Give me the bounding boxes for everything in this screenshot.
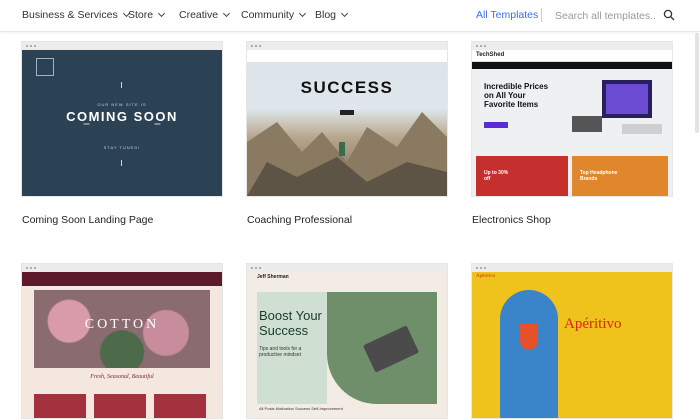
preview-header <box>22 272 222 286</box>
product-tile <box>154 394 206 418</box>
all-templates-link[interactable]: All Templates <box>476 9 538 21</box>
top-navigation: Business & Services Store Creative Commu… <box>0 0 700 32</box>
logo <box>36 58 54 76</box>
preview-header <box>247 50 447 62</box>
preview-brand: Apéritivo <box>476 274 496 279</box>
page-scrollbar[interactable] <box>695 33 699 133</box>
browser-bar <box>472 42 672 50</box>
preview-footer: All Posts Motivation Success Self-Improv… <box>259 406 343 411</box>
nav-creative[interactable]: Creative <box>179 9 231 21</box>
browser-bar <box>247 264 447 272</box>
nav-community[interactable]: Community <box>241 9 307 21</box>
promo-tile-left: Up to 30% off <box>476 156 568 196</box>
preview-headline: Incredible Prices on All Your Favorite I… <box>484 82 549 109</box>
template-thumbnail[interactable]: SUCCESS <box>247 42 447 196</box>
preview-tagline: OUR NEW SITE IS <box>97 102 147 107</box>
browser-bar <box>22 42 222 50</box>
template-thumbnail[interactable]: Apéritivo Apéritivo <box>472 264 672 418</box>
mountain-illustration <box>247 112 447 196</box>
chevron-down-icon <box>223 9 231 18</box>
preview-footer: STAY TUNED! <box>103 145 141 150</box>
browser-bar <box>247 42 447 50</box>
template-title[interactable]: Coming Soon Landing Page <box>22 214 153 226</box>
devices-illustration <box>572 80 662 134</box>
preview-headline: COTTON <box>84 317 160 332</box>
promo-tile-right: Top Headphone Brands <box>572 156 668 196</box>
preview-button <box>340 110 354 115</box>
nav-blog-label: Blog <box>315 9 337 21</box>
search-input[interactable] <box>555 7 655 24</box>
preview-headline: SUCCESS <box>300 78 394 97</box>
decor-tick <box>121 160 122 166</box>
promo-right-text: Top Headphone Brands <box>580 170 618 182</box>
preview-subheadline: Tips and tools for a productive mindset <box>259 346 302 358</box>
arch-graphic <box>500 290 558 418</box>
preview-subheadline: Fresh, Seasonal, Beautiful <box>90 374 154 380</box>
nav-store[interactable]: Store <box>128 9 166 21</box>
browser-bar <box>472 264 672 272</box>
template-thumbnail[interactable]: OUR NEW SITE IS COMING SOON STAY TUNED! <box>22 42 222 196</box>
preview-headline: Boost Your Success <box>259 308 322 338</box>
template-thumbnail[interactable]: COTTON Fresh, Seasonal, Beautiful <box>22 264 222 418</box>
template-thumbnail[interactable]: TechShed Incredible Prices on All Your F… <box>472 42 672 196</box>
preview-nav <box>472 62 672 69</box>
preview-button <box>484 122 508 128</box>
nav-community-label: Community <box>241 9 295 21</box>
preview-brand: TechShed <box>476 52 505 58</box>
nav-business-services[interactable]: Business & Services <box>22 9 130 21</box>
nav-store-label: Store <box>128 9 154 21</box>
product-tile <box>34 394 86 418</box>
template-title[interactable]: Electronics Shop <box>472 214 551 226</box>
preview-headline: COMING SOON <box>66 109 178 124</box>
preview-headline: Apéritivo <box>564 316 622 332</box>
search-icon[interactable] <box>663 9 675 21</box>
promo-left-text: Up to 30% off <box>484 170 509 182</box>
template-thumbnail[interactable]: Jeff Sherman Boost Your Success Tips and… <box>247 264 447 418</box>
decor-tick <box>121 82 122 88</box>
nav-business-services-label: Business & Services <box>22 9 118 21</box>
browser-bar <box>22 264 222 272</box>
product-tile <box>94 394 146 418</box>
preview-author: Jeff Sherman <box>257 274 289 280</box>
nav-blog[interactable]: Blog <box>315 9 349 21</box>
template-title[interactable]: Coaching Professional <box>247 214 352 226</box>
chevron-down-icon <box>299 9 307 18</box>
nav-divider <box>541 8 542 22</box>
cocktail-illustration <box>520 324 538 350</box>
chevron-down-icon <box>340 9 349 18</box>
nav-creative-label: Creative <box>179 9 219 21</box>
chevron-down-icon <box>158 9 166 18</box>
